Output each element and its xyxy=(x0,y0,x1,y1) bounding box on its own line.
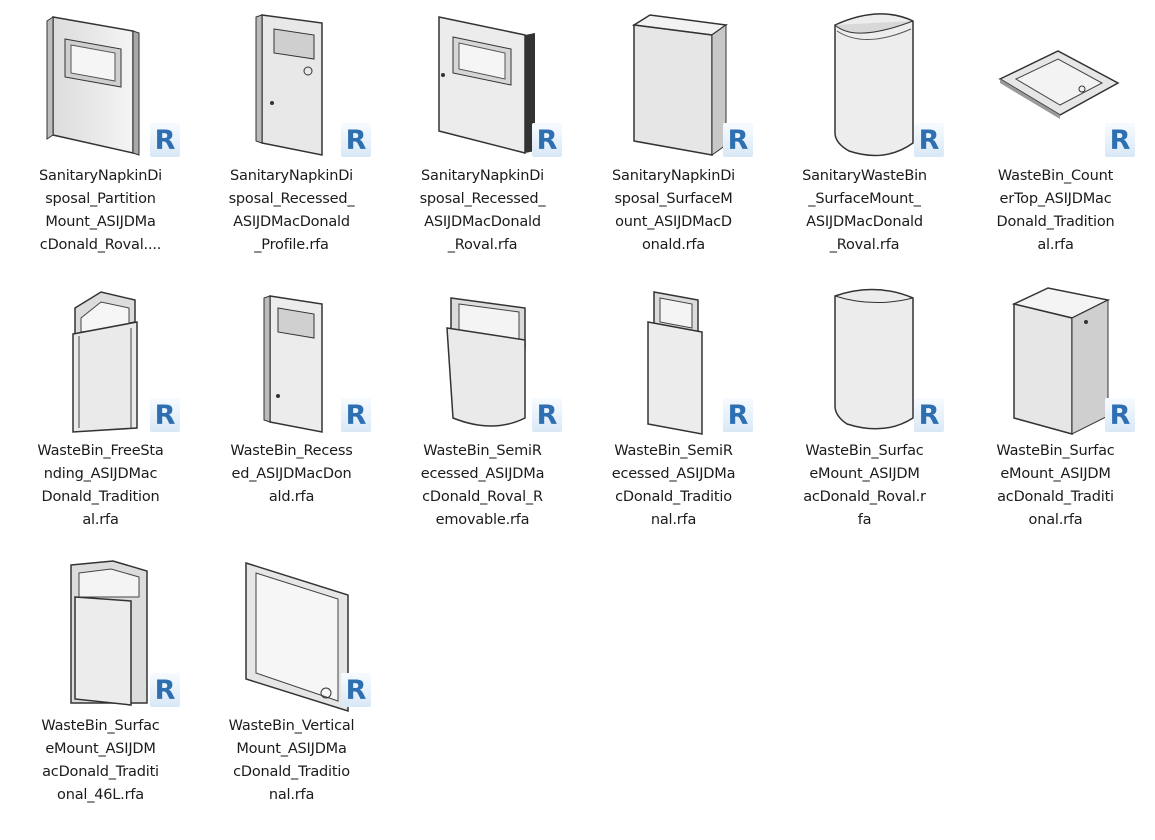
file-name: WasteBin_SemiR ecessed_ASIJDMa cDonald_R… xyxy=(420,443,545,528)
file-item-12[interactable]: R WasteBin_Surfac eMount_ASIJDM acDonald… xyxy=(960,278,1151,553)
revit-r-icon: R xyxy=(150,123,180,157)
file-name: SanitaryNapkinDi sposal_Recessed_ ASIJDM… xyxy=(228,168,355,253)
file-item-6[interactable]: R WasteBin_Count erTop_ASIJDMac Donald_T… xyxy=(960,3,1151,278)
file-grid: R SanitaryNapkinDi sposal_Partition Moun… xyxy=(5,3,1155,828)
file-item-8[interactable]: R WasteBin_Recess ed_ASIJDMacDon ald.rfa xyxy=(196,278,387,553)
file-name: SanitaryNapkinDi sposal_SurfaceM ount_AS… xyxy=(612,168,735,253)
file-item-2[interactable]: R SanitaryNapkinDi sposal_Recessed_ ASIJ… xyxy=(196,3,387,278)
revit-r-icon: R xyxy=(723,123,753,157)
file-name: WasteBin_Surfac eMount_ASIJDM acDonald_T… xyxy=(996,443,1115,528)
revit-r-icon: R xyxy=(914,123,944,157)
revit-r-icon: R xyxy=(532,398,562,432)
file-item-11[interactable]: R WasteBin_Surfac eMount_ASIJDM acDonald… xyxy=(769,278,960,553)
revit-r-icon: R xyxy=(1105,398,1135,432)
file-item-4[interactable]: R SanitaryNapkinDi sposal_SurfaceM ount_… xyxy=(578,3,769,278)
file-name: SanitaryNapkinDi sposal_Recessed_ ASIJDM… xyxy=(419,168,546,253)
file-item-5[interactable]: R SanitaryWasteBin _SurfaceMount_ ASIJDM… xyxy=(769,3,960,278)
file-item-10[interactable]: R WasteBin_SemiR ecessed_ASIJDMa cDonald… xyxy=(578,278,769,553)
file-name: WasteBin_Count erTop_ASIJDMac Donald_Tra… xyxy=(996,168,1115,253)
file-name: WasteBin_Vertical Mount_ASIJDMa cDonald_… xyxy=(228,718,355,803)
file-item-13[interactable]: R WasteBin_Surfac eMount_ASIJDM acDonald… xyxy=(5,553,196,828)
revit-r-icon: R xyxy=(341,673,371,707)
revit-r-icon: R xyxy=(150,398,180,432)
file-name: WasteBin_Recess ed_ASIJDMacDon ald.rfa xyxy=(230,443,353,505)
revit-r-icon: R xyxy=(341,398,371,432)
revit-r-icon: R xyxy=(150,673,180,707)
file-item-7[interactable]: R WasteBin_FreeSta nding_ASIJDMac Donald… xyxy=(5,278,196,553)
file-name: WasteBin_Surfac eMount_ASIJDM acDonald_R… xyxy=(803,443,926,528)
file-item-1[interactable]: R SanitaryNapkinDi sposal_Partition Moun… xyxy=(5,3,196,278)
file-name: SanitaryNapkinDi sposal_Partition Mount_… xyxy=(39,168,162,253)
file-name: SanitaryWasteBin _SurfaceMount_ ASIJDMac… xyxy=(802,168,927,253)
file-name: WasteBin_SemiR ecessed_ASIJDMa cDonald_T… xyxy=(611,443,736,528)
revit-r-icon: R xyxy=(1105,123,1135,157)
file-item-14[interactable]: R WasteBin_Vertical Mount_ASIJDMa cDonal… xyxy=(196,553,387,828)
file-name: WasteBin_FreeSta nding_ASIJDMac Donald_T… xyxy=(37,443,164,528)
revit-r-icon: R xyxy=(914,398,944,432)
revit-r-icon: R xyxy=(341,123,371,157)
revit-r-icon: R xyxy=(532,123,562,157)
file-item-9[interactable]: R WasteBin_SemiR ecessed_ASIJDMa cDonald… xyxy=(387,278,578,553)
revit-r-icon: R xyxy=(723,398,753,432)
file-name: WasteBin_Surfac eMount_ASIJDM acDonald_T… xyxy=(41,718,160,803)
file-item-3[interactable]: R SanitaryNapkinDi sposal_Recessed_ ASIJ… xyxy=(387,3,578,278)
